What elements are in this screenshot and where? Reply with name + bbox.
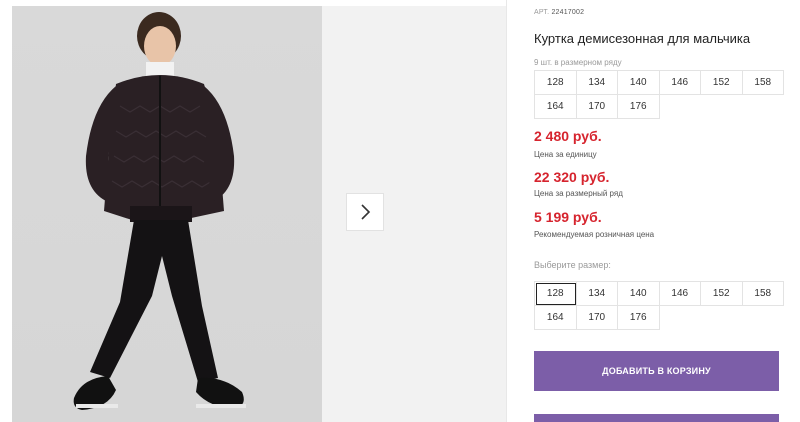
size-row-cell: 170 bbox=[576, 95, 618, 119]
boy-in-jacket-illustration bbox=[73, 12, 246, 410]
size-row-cell: 164 bbox=[535, 95, 577, 119]
add-to-cart-button[interactable]: ДОБАВИТЬ В КОРЗИНУ bbox=[534, 351, 779, 391]
size-option-158[interactable]: 158 bbox=[742, 282, 784, 306]
size-option-134[interactable]: 134 bbox=[576, 282, 618, 306]
row-price-label: Цена за размерный ряд bbox=[534, 189, 623, 198]
choose-size-label: Выберите размер: bbox=[534, 260, 611, 270]
size-option-146[interactable]: 146 bbox=[659, 282, 701, 306]
panel-divider bbox=[506, 0, 507, 422]
product-image bbox=[12, 6, 322, 422]
size-selector: 128 134 140 146 152 158 164 170 176 bbox=[534, 281, 784, 330]
sizes-in-row-note: 9 шт. в размерном ряду bbox=[534, 58, 622, 67]
retail-price: 5 199 руб. bbox=[534, 209, 602, 225]
row-price: 22 320 руб. bbox=[534, 169, 610, 185]
size-row-cell: 152 bbox=[701, 71, 743, 95]
size-option-128[interactable]: 128 bbox=[535, 282, 577, 306]
size-row-table: 128 134 140 146 152 158 164 170 176 bbox=[534, 70, 784, 119]
size-row-cell: 176 bbox=[618, 95, 660, 119]
size-row-cell: 128 bbox=[535, 71, 577, 95]
size-row-cell: 158 bbox=[742, 71, 784, 95]
article-number: АРТ. 22417002 bbox=[534, 9, 584, 16]
size-option-170[interactable]: 170 bbox=[576, 306, 618, 330]
chevron-right-icon bbox=[361, 204, 371, 220]
article-value: 22417002 bbox=[551, 9, 585, 16]
size-option-176[interactable]: 176 bbox=[618, 306, 660, 330]
size-option-140[interactable]: 140 bbox=[618, 282, 660, 306]
product-title: Куртка демисезонная для мальчика bbox=[534, 31, 751, 46]
unit-price: 2 480 руб. bbox=[534, 128, 602, 144]
article-label: АРТ. bbox=[534, 9, 550, 16]
size-row-cell: 140 bbox=[618, 71, 660, 95]
unit-price-label: Цена за единицу bbox=[534, 150, 597, 159]
gallery-next-button[interactable] bbox=[346, 193, 384, 231]
size-option-152[interactable]: 152 bbox=[701, 282, 743, 306]
size-row-cell: 134 bbox=[576, 71, 618, 95]
size-row-cell: 146 bbox=[659, 71, 701, 95]
secondary-action-button[interactable] bbox=[534, 414, 779, 422]
retail-price-label: Рекомендуемая розничная цена bbox=[534, 230, 655, 239]
size-option-164[interactable]: 164 bbox=[535, 306, 577, 330]
